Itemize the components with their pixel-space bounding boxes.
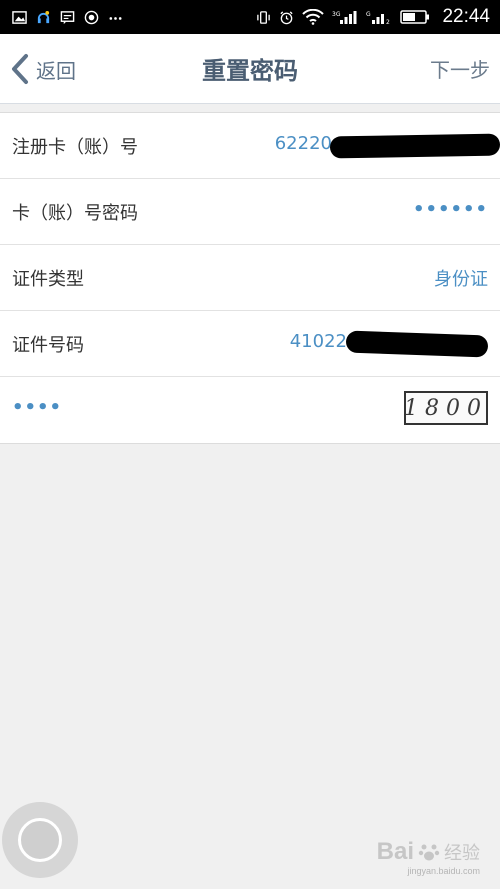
status-time: 22:44 bbox=[442, 6, 490, 27]
more-notifications-icon bbox=[109, 16, 122, 20]
app-notification-icon bbox=[37, 10, 50, 23]
card-password-row[interactable]: 卡（账）号密码 •••••• bbox=[0, 179, 500, 245]
message-icon bbox=[60, 10, 75, 24]
id-number-input[interactable]: 41022 bbox=[290, 331, 347, 352]
svg-text:3G: 3G bbox=[332, 11, 341, 18]
captcha-row[interactable]: •••• 1800 bbox=[0, 377, 500, 443]
id-type-select[interactable]: 身份证 bbox=[434, 265, 488, 291]
card-password-label: 卡（账）号密码 bbox=[12, 203, 138, 224]
redaction-mark bbox=[345, 330, 489, 358]
vibrate-icon bbox=[257, 10, 271, 24]
floating-assistive-button[interactable] bbox=[2, 802, 78, 878]
card-number-row[interactable]: 注册卡（账）号 62220 bbox=[0, 113, 500, 179]
status-bar-notifications bbox=[12, 0, 123, 34]
paw-icon bbox=[418, 844, 440, 861]
captcha-text: 1800 bbox=[404, 395, 488, 421]
id-number-row[interactable]: 证件号码 41022 bbox=[0, 311, 500, 377]
back-label: 返回 bbox=[36, 58, 76, 83]
id-type-row[interactable]: 证件类型 身份证 bbox=[0, 245, 500, 311]
card-number-label: 注册卡（账）号 bbox=[12, 137, 138, 158]
battery-icon bbox=[400, 10, 430, 24]
svg-text:G: G bbox=[366, 11, 371, 18]
signal-3g-icon: 3G bbox=[332, 11, 357, 24]
nav-bar: 返回 重置密码 下一步 bbox=[0, 34, 500, 104]
id-number-label: 证件号码 bbox=[12, 335, 84, 356]
wifi-icon bbox=[302, 9, 325, 25]
alarm-icon bbox=[280, 10, 294, 24]
watermark-url: jingyan.baidu.com bbox=[407, 866, 480, 876]
id-type-label: 证件类型 bbox=[12, 269, 84, 290]
status-bar: 3G G2 22:44 bbox=[0, 0, 500, 34]
next-step-button[interactable]: 下一步 bbox=[430, 54, 490, 83]
chevron-left-icon bbox=[12, 54, 28, 84]
back-button[interactable]: 返回 bbox=[10, 51, 76, 87]
watermark: Bai 经验 bbox=[377, 838, 480, 866]
captcha-image[interactable]: 1800 bbox=[404, 391, 488, 425]
redaction-mark bbox=[329, 133, 500, 159]
floating-button-ring bbox=[18, 818, 62, 862]
watermark-sub: 经验 bbox=[444, 843, 480, 864]
card-number-input[interactable]: 62220 bbox=[275, 133, 332, 154]
svg-text:2: 2 bbox=[386, 19, 390, 25]
watermark-brand: Bai bbox=[376, 838, 414, 865]
captcha-input[interactable]: •••• bbox=[12, 397, 62, 418]
record-icon bbox=[84, 10, 99, 24]
status-bar-system: 3G G2 22:44 bbox=[256, 0, 490, 34]
card-password-input[interactable]: •••••• bbox=[413, 199, 488, 220]
reset-password-form: 注册卡（账）号 62220 卡（账）号密码 •••••• 证件类型 身份证 证件… bbox=[0, 112, 500, 444]
image-icon bbox=[12, 10, 27, 24]
signal-g-icon: G2 bbox=[366, 11, 390, 25]
